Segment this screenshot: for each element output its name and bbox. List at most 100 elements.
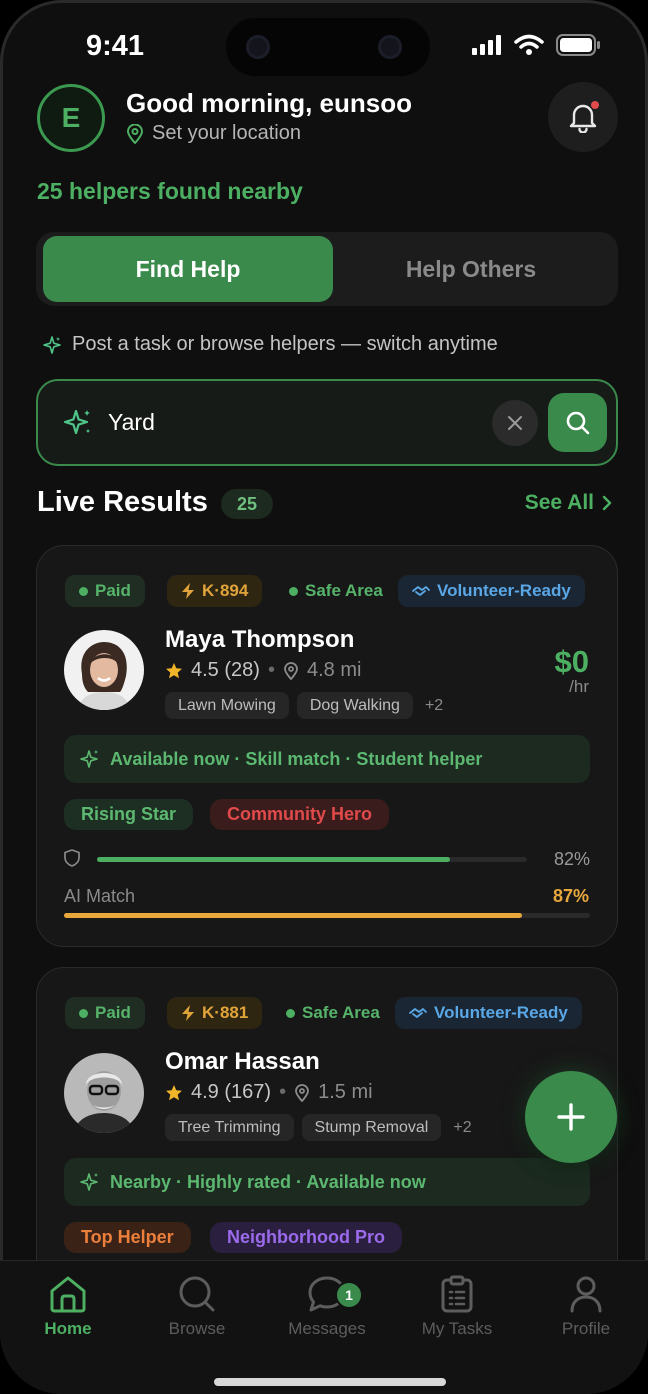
skill-tag: Lawn Mowing (165, 692, 289, 719)
match-reasons-text: Nearby · Highly rated · Available now (110, 1171, 426, 1192)
notification-dot (591, 101, 599, 109)
trust-score-percent: 82% (553, 849, 590, 869)
dynamic-island (226, 18, 430, 76)
paid-chip: Paid (65, 575, 145, 607)
mode-hint: Post a task or browse helpers — switch a… (42, 333, 498, 356)
k-score-label: K·894 (202, 581, 249, 600)
sparkle-icon (80, 750, 98, 768)
paid-label: Paid (95, 1003, 131, 1022)
find-help-tab[interactable]: Find Help (43, 236, 333, 302)
top-helper-badge: Top Helper (64, 1222, 191, 1253)
bottom-tab-bar: Home Browse Messages 1 My Tasks Profile (0, 1260, 648, 1394)
location-pin-icon (284, 661, 298, 680)
location-pin-icon (126, 123, 144, 144)
tab-home[interactable]: Home (3, 1275, 133, 1339)
helper-name[interactable]: Omar Hassan (165, 1048, 320, 1076)
neighborhood-pro-badge: Neighborhood Pro (210, 1222, 402, 1253)
hint-text: Post a task or browse helpers — switch a… (72, 333, 498, 355)
camera-icon (378, 35, 402, 59)
wifi-icon (514, 34, 544, 55)
camera-icon (246, 35, 270, 59)
ai-match-track (64, 913, 590, 918)
volunteer-ready-chip: Volunteer-Ready (395, 997, 582, 1029)
set-location-link[interactable]: Set your location (126, 122, 301, 145)
tab-label: Home (44, 1319, 92, 1338)
skills-list: Tree Trimming Stump Removal +2 (165, 1114, 472, 1141)
star-icon (166, 1084, 182, 1100)
sparkle-icon (80, 1173, 98, 1191)
greeting-text: Good morning, eunsoo (126, 88, 412, 118)
community-hero-badge: Community Hero (210, 799, 390, 830)
helper-card[interactable]: Paid K·894 Safe Area Volunteer-Ready May… (36, 545, 618, 947)
add-task-button[interactable] (525, 1071, 617, 1163)
hourly-rate: $0 /hr (555, 646, 589, 697)
paid-label: Paid (95, 581, 131, 600)
notifications-button[interactable] (548, 82, 618, 152)
sparkle-icon (63, 409, 90, 435)
helper-avatar (64, 1053, 144, 1133)
clear-search-button[interactable] (492, 400, 538, 446)
lightning-icon (182, 583, 194, 599)
tab-browse[interactable]: Browse (132, 1275, 262, 1339)
ai-match-label: AI Match (64, 886, 136, 906)
safe-area-label: Safe Area (302, 1003, 380, 1022)
rate-unit: /hr (569, 677, 589, 696)
tab-my-tasks[interactable]: My Tasks (392, 1275, 522, 1339)
rating-text: 4.9 (167) (191, 1081, 272, 1103)
trust-score-fill (97, 857, 450, 862)
home-indicator (214, 1378, 446, 1386)
skill-tag: Tree Trimming (165, 1114, 294, 1141)
lightning-icon (182, 1005, 194, 1021)
skill-tag: Dog Walking (296, 692, 413, 719)
ai-match-percent: 87% (552, 886, 589, 906)
status-time: 9:41 (86, 30, 145, 62)
handshake-icon (409, 1008, 427, 1018)
tab-messages[interactable]: Messages 1 (262, 1275, 392, 1339)
shield-icon (64, 849, 80, 867)
home-icon (50, 1276, 86, 1313)
k-score-chip: K·881 (167, 997, 263, 1029)
match-reasons-banner: Nearby · Highly rated · Available now (64, 1158, 590, 1206)
k-score-label: K·881 (202, 1003, 249, 1022)
help-others-tab[interactable]: Help Others (326, 236, 616, 302)
signal-icon (472, 35, 501, 55)
safe-area-chip: Safe Area (286, 997, 380, 1029)
see-all-link[interactable]: See All (525, 491, 612, 515)
user-avatar[interactable]: E (37, 84, 105, 152)
distance-text: 1.5 mi (318, 1081, 373, 1103)
safe-area-label: Safe Area (305, 581, 383, 600)
clipboard-icon (441, 1275, 473, 1313)
tab-label: Messages (288, 1319, 366, 1338)
plus-icon (557, 1103, 585, 1131)
safe-area-chip: Safe Area (289, 575, 383, 607)
volunteer-label: Volunteer-Ready (434, 1003, 568, 1022)
helper-meta: 4.9 (167) • 1.5 mi (165, 1081, 373, 1104)
rating-text: 4.5 (28) (191, 659, 260, 681)
tab-profile[interactable]: Profile (521, 1275, 648, 1339)
trust-score-track (97, 857, 527, 862)
volunteer-label: Volunteer-Ready (437, 581, 571, 600)
search-button[interactable] (548, 393, 607, 452)
handshake-icon (412, 586, 430, 596)
chevron-right-icon (602, 495, 612, 511)
separator-dot: • (279, 1081, 287, 1103)
status-dot (289, 586, 298, 596)
star-icon (166, 662, 182, 678)
search-icon (566, 411, 589, 434)
search-input[interactable] (108, 409, 488, 436)
location-pin-icon (295, 1083, 309, 1102)
helper-avatar (64, 630, 144, 710)
skill-tag: Stump Removal (301, 1114, 442, 1141)
close-icon (508, 416, 522, 430)
trust-score-row: 82% (64, 849, 590, 869)
helper-name[interactable]: Maya Thompson (165, 626, 354, 654)
search-bar (36, 379, 618, 466)
unread-badge: 1 (335, 1281, 363, 1309)
rate-price: $0 (554, 644, 589, 679)
location-label: Set your location (152, 122, 301, 144)
skills-more-count: +2 (424, 696, 444, 714)
tab-label: Profile (561, 1319, 611, 1338)
status-icons (472, 34, 600, 56)
phone-screen: 9:41 E Good morning, eunsoo Set your loc… (0, 0, 648, 1394)
helpers-found-text: 25 helpers found nearby (37, 178, 303, 204)
